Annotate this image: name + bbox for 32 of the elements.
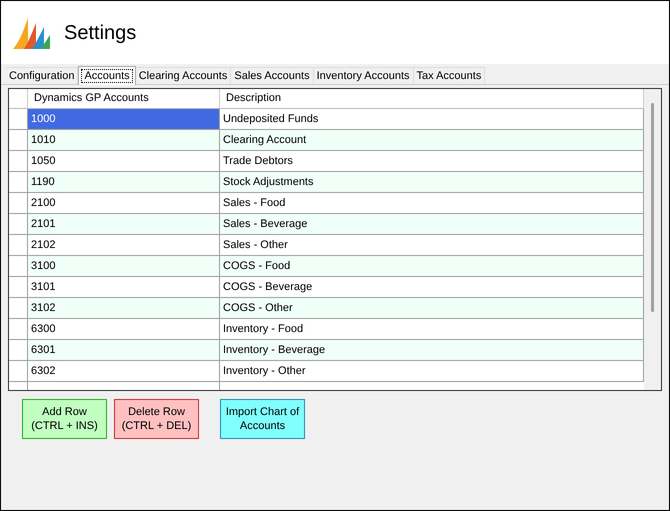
table-cell: 1190: [28, 172, 220, 192]
table-cell: 1000: [28, 109, 220, 129]
scrollbar[interactable]: [644, 89, 661, 390]
table-cell: 6302: [28, 361, 220, 381]
table-cell: 6300: [28, 319, 220, 339]
row-header[interactable]: [9, 256, 28, 276]
tab[interactable]: Configuration: [6, 67, 78, 84]
table-cell: 2101: [28, 214, 220, 234]
table-cell: 3101: [28, 277, 220, 297]
delete-button[interactable]: Delete Row (CTRL + DEL): [114, 399, 199, 439]
table-cell: 2100: [28, 193, 220, 213]
row-header[interactable]: [9, 172, 28, 192]
column-header[interactable]: Dynamics GP Accounts: [28, 89, 220, 108]
table-cell: 1050: [28, 151, 220, 171]
tab[interactable]: Inventory Accounts: [314, 67, 414, 84]
window-title: Settings: [64, 20, 136, 46]
table-cell: 2102: [28, 235, 220, 255]
row-header[interactable]: [9, 340, 28, 360]
row-header[interactable]: [9, 130, 28, 150]
table-cell: 3100: [28, 256, 220, 276]
tab[interactable]: Clearing Accounts: [136, 67, 232, 84]
add-button[interactable]: Add Row (CTRL + INS): [22, 399, 107, 439]
table-cell: 1010: [28, 130, 220, 150]
import-button[interactable]: Import Chart of Accounts: [220, 399, 305, 439]
table-cell: 3102: [28, 298, 220, 318]
tab[interactable]: Accounts: [78, 66, 136, 85]
row-header[interactable]: [9, 214, 28, 234]
tab[interactable]: Tax Accounts: [414, 67, 486, 84]
tab[interactable]: Sales Accounts: [231, 67, 314, 84]
row-header[interactable]: [9, 298, 28, 318]
scrollbar-thumb[interactable]: [651, 103, 654, 312]
table-cell: 6301: [28, 340, 220, 360]
